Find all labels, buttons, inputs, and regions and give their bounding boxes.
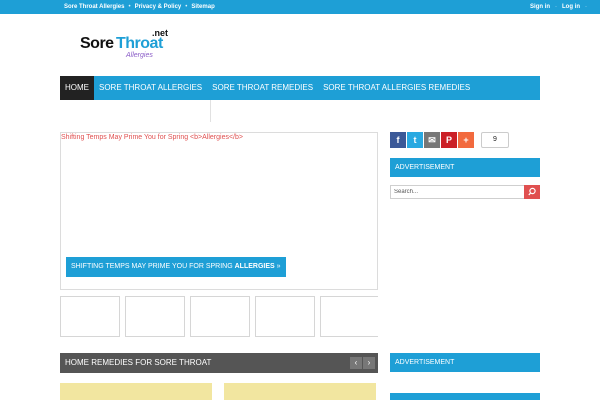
- pinterest-icon[interactable]: P: [441, 132, 457, 148]
- slider-thumbnail[interactable]: [60, 296, 120, 337]
- logo-sore: Sore: [80, 35, 114, 52]
- slide-caption[interactable]: SHIFTING TEMPS MAY PRIME YOU FOR SPRING …: [66, 257, 286, 277]
- search-icon: [528, 187, 536, 196]
- top-links: Sore Throat Allergies • Privacy & Policy…: [64, 0, 215, 14]
- slide-image-alt-text: Shifting Temps May Prime You for Spring …: [61, 134, 243, 141]
- advertisement-label: Advertisement: [395, 359, 455, 366]
- sign-in-link[interactable]: Sign in: [530, 4, 550, 10]
- site-logo[interactable]: .net Sore Throat Allergies: [80, 28, 170, 64]
- search-input[interactable]: [390, 185, 526, 199]
- facebook-icon[interactable]: f: [390, 132, 406, 148]
- auth-separator: ·: [555, 4, 557, 10]
- prev-arrow-icon[interactable]: ‹: [350, 357, 362, 369]
- main-nav: Home Sore Throat Allergies Sore Throat R…: [60, 76, 540, 100]
- top-bar: Sore Throat Allergies • Privacy & Policy…: [0, 0, 600, 14]
- top-link-separator: •: [185, 4, 188, 10]
- top-link-sore-throat-allergies[interactable]: Sore Throat Allergies: [64, 4, 124, 10]
- slider-thumbnail[interactable]: [255, 296, 315, 337]
- top-link-separator: •: [128, 4, 131, 10]
- nav-item-sore-throat-allergies[interactable]: Sore Throat Allergies: [94, 76, 207, 100]
- post-card[interactable]: [60, 383, 212, 400]
- nav-item-sore-throat-allergies-remedies[interactable]: Sore Throat Allergies Remedies: [318, 76, 475, 100]
- section-header: Home Remedies for Sore Throat ‹ ›: [60, 353, 378, 373]
- nav-item-sore-throat-remedies[interactable]: Sore Throat Remedies: [207, 76, 318, 100]
- advertisement-label: Advertisement: [395, 164, 455, 171]
- logo-throat: Throat: [116, 35, 163, 52]
- section-title: Home Remedies for Sore Throat: [65, 358, 212, 367]
- share-buttons: f t ✉ P + 9: [390, 132, 509, 148]
- nav-item-home[interactable]: Home: [60, 76, 94, 100]
- twitter-icon[interactable]: t: [407, 132, 423, 148]
- share-count: 9: [481, 132, 509, 148]
- more-share-icon[interactable]: +: [458, 132, 474, 148]
- log-in-link[interactable]: Log in: [562, 4, 580, 10]
- next-arrow-icon[interactable]: ›: [363, 357, 375, 369]
- slide-caption-arrow: »: [274, 263, 281, 270]
- sidebar-widget-header: [390, 393, 540, 400]
- logo-allergies: Allergies: [126, 52, 153, 59]
- advertisement-widget-header: Advertisement: [390, 158, 540, 177]
- post-card[interactable]: [224, 383, 376, 400]
- search-button[interactable]: [524, 185, 540, 199]
- slide-caption-bold: ALLERGIES: [234, 263, 275, 270]
- slide-caption-text: SHIFTING TEMPS MAY PRIME YOU FOR SPRING: [71, 263, 235, 270]
- top-link-privacy-policy[interactable]: Privacy & Policy: [135, 4, 182, 10]
- top-link-sitemap[interactable]: Sitemap: [191, 4, 214, 10]
- auth-links: Sign in · Log in ·: [530, 0, 592, 14]
- slider-thumbnail[interactable]: [125, 296, 185, 337]
- email-icon[interactable]: ✉: [424, 132, 440, 148]
- slider-thumbnail[interactable]: [320, 296, 378, 337]
- auth-separator: ·: [585, 4, 587, 10]
- featured-slider[interactable]: Shifting Temps May Prime You for Spring …: [60, 132, 378, 290]
- divider: [210, 100, 211, 122]
- slider-thumbnail[interactable]: [190, 296, 250, 337]
- slider-thumbnails: [60, 296, 378, 338]
- advertisement-widget-header-2: Advertisement: [390, 353, 540, 372]
